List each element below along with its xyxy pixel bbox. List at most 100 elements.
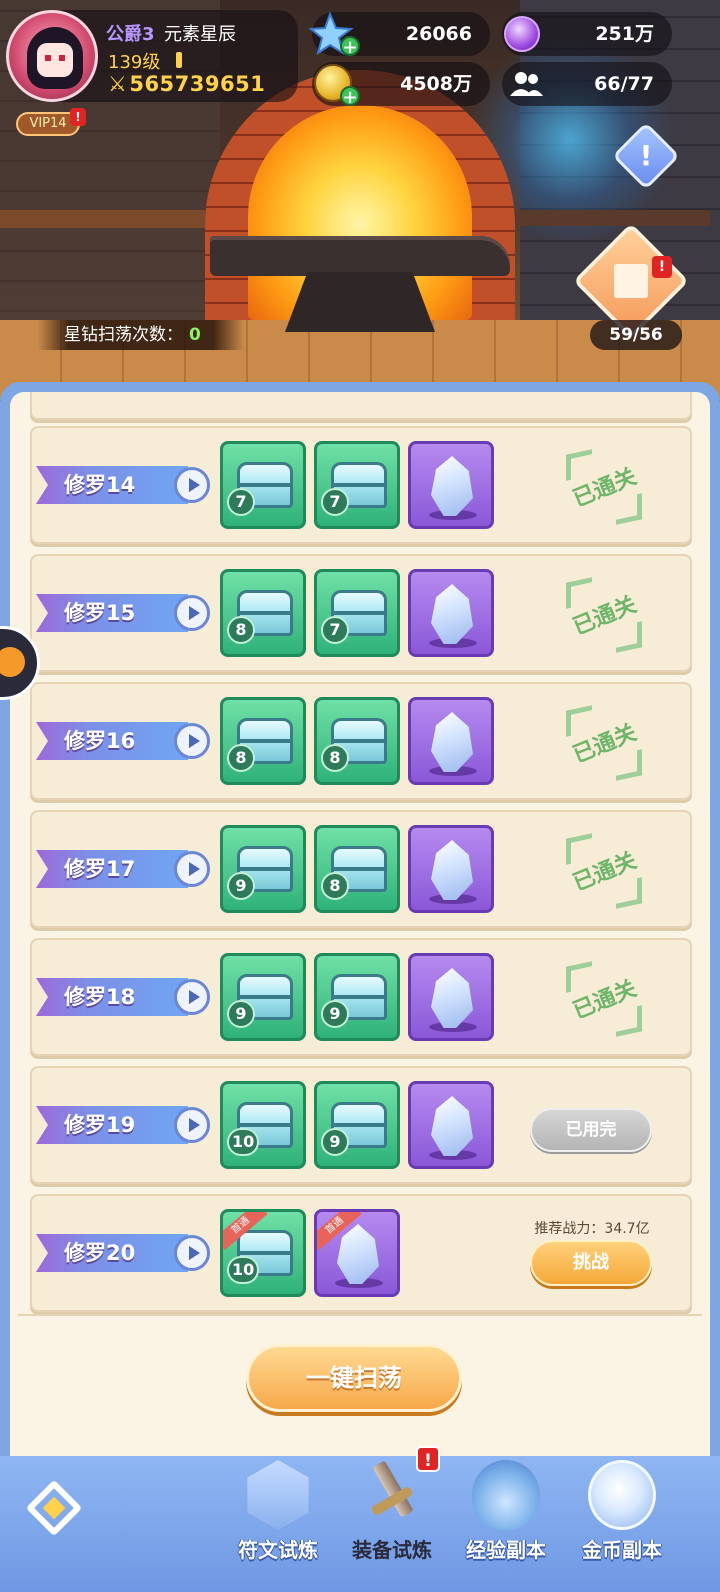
stage-name: 修罗20 xyxy=(64,1241,136,1265)
stage-label: 修罗15 xyxy=(36,594,188,632)
reward-crystal[interactable] xyxy=(408,569,494,657)
reward-chest[interactable]: 10 首通 xyxy=(220,1209,306,1297)
reward-quantity: 10 xyxy=(227,1128,260,1156)
reward-chest[interactable]: 9 xyxy=(314,1081,400,1169)
reward-crystal[interactable] xyxy=(408,441,494,529)
reward-quantity: 9 xyxy=(321,1000,349,1028)
stage-row: 修罗20 10 首通 首通 推荐战力：34.7亿 挑战 xyxy=(30,1194,692,1312)
purple-currency-counter[interactable]: 251万 xyxy=(502,12,672,56)
reward-chest[interactable]: 7 xyxy=(314,569,400,657)
nav-label: 符文试炼 xyxy=(238,1538,318,1562)
star-gem-counter[interactable]: + 26066 xyxy=(308,11,490,57)
nav-gold-dungeon[interactable]: 金币副本 xyxy=(566,1456,678,1592)
reward-chest[interactable]: 9 xyxy=(220,825,306,913)
reward-crystal[interactable] xyxy=(408,697,494,785)
reward-quantity: 10 xyxy=(227,1256,260,1284)
reward-chest[interactable]: 9 xyxy=(314,953,400,1041)
members-value: 66/77 xyxy=(594,73,654,95)
crystal-icon xyxy=(431,1096,473,1156)
stage-label: 修罗17 xyxy=(36,850,188,888)
stamp-corner xyxy=(616,877,642,909)
crystal-icon xyxy=(431,456,473,516)
nav-equipment-trial[interactable]: 装备试炼 xyxy=(336,1456,448,1592)
gift-count: 59/56 xyxy=(590,320,682,350)
stage-panel: 修罗14 7 7 已通关 修罗15 8 7 已通关 修罗16 8 8 已通关 修… xyxy=(0,382,720,1482)
reward-chest[interactable]: 8 xyxy=(220,697,306,785)
reward-crystal[interactable]: 首通 xyxy=(314,1209,400,1297)
reward-chest[interactable]: 8 xyxy=(314,697,400,785)
player-avatar[interactable] xyxy=(6,10,98,102)
stage-info-play-icon[interactable] xyxy=(174,1107,210,1143)
home-diamond-button[interactable] xyxy=(20,1474,90,1544)
star-diamond-sweep-counter: 星钻扫荡次数： 0 xyxy=(38,320,244,350)
reward-quantity: 7 xyxy=(321,616,349,644)
stage-label: 修罗16 xyxy=(36,722,188,760)
recommended-power: 推荐战力：34.7亿 xyxy=(534,1221,650,1237)
nav-label: 经验副本 xyxy=(466,1538,546,1562)
stage-info-play-icon[interactable] xyxy=(174,979,210,1015)
reward-chest[interactable]: 10 xyxy=(220,1081,306,1169)
stage-row: 修罗17 9 8 已通关 xyxy=(30,810,692,928)
anvil xyxy=(210,236,510,276)
stage-row: 修罗14 7 7 已通关 xyxy=(30,426,692,544)
reward-chest[interactable]: 8 xyxy=(220,569,306,657)
reward-chest[interactable]: 8 xyxy=(314,825,400,913)
stage-info-play-icon[interactable] xyxy=(174,723,210,759)
star-coin-icon xyxy=(588,1460,656,1530)
stage-name: 修罗19 xyxy=(64,1113,136,1137)
used-up-button[interactable]: 已用完 xyxy=(530,1108,652,1152)
stage-label: 修罗18 xyxy=(36,978,188,1016)
members-counter[interactable]: 66/77 xyxy=(502,62,672,106)
reward-crystal[interactable] xyxy=(408,953,494,1041)
reward-quantity: 7 xyxy=(321,488,349,516)
sword-icon xyxy=(358,1460,426,1530)
stage-label: 修罗14 xyxy=(36,466,188,504)
player-card[interactable]: 公爵3 元素星辰 139级 ⚔565739651 xyxy=(6,10,298,102)
reward-chest[interactable]: 7 xyxy=(220,441,306,529)
reward-chest[interactable]: 7 xyxy=(314,441,400,529)
people-icon xyxy=(510,72,543,96)
reward-quantity: 9 xyxy=(227,872,255,900)
player-level: 139级 xyxy=(108,52,161,73)
server-name: 元素星辰 xyxy=(164,24,236,45)
exclamation-icon: ! xyxy=(639,139,653,172)
crystal-icon xyxy=(431,584,473,644)
player-rank: 公爵3 xyxy=(106,24,155,45)
stamp-corner xyxy=(616,1005,642,1037)
crystal-icon xyxy=(431,968,473,1028)
gold-counter[interactable]: + 4508万 xyxy=(312,62,490,107)
workbench-left xyxy=(0,210,205,228)
stage-info-play-icon[interactable] xyxy=(174,467,210,503)
workbench-right xyxy=(510,210,710,226)
sweep-counter-label: 星钻扫荡次数： xyxy=(64,325,183,345)
star-gem-value: 26066 xyxy=(405,23,472,45)
stage-info-play-icon[interactable] xyxy=(174,595,210,631)
reward-chest[interactable]: 9 xyxy=(220,953,306,1041)
avatar-eye-left xyxy=(45,55,51,61)
stage-name: 修罗15 xyxy=(64,601,136,625)
add-star-gem-icon[interactable]: + xyxy=(340,36,360,57)
stage-label: 修罗20 xyxy=(36,1234,188,1272)
gift-box-icon xyxy=(614,264,648,298)
nav-rune-trial[interactable]: 符文试炼 xyxy=(222,1456,334,1592)
stage-info-play-icon[interactable] xyxy=(174,851,210,887)
rune-icon xyxy=(247,1460,309,1530)
reward-crystal[interactable] xyxy=(408,1081,494,1169)
purple-orb-icon xyxy=(504,16,540,52)
reward-quantity: 8 xyxy=(321,744,349,772)
stage-row: 修罗16 8 8 已通关 xyxy=(30,682,692,800)
reward-quantity: 9 xyxy=(227,1000,255,1028)
cleared-stamp: 已通关 xyxy=(560,702,648,784)
reward-crystal[interactable] xyxy=(408,825,494,913)
one-click-sweep-button[interactable]: 一键扫荡 xyxy=(246,1344,462,1412)
stage-info-play-icon[interactable] xyxy=(174,1235,210,1271)
challenge-button[interactable]: 挑战 xyxy=(530,1240,652,1286)
stage-name: 修罗17 xyxy=(64,857,136,881)
nav-exp-dungeon[interactable]: 经验副本 xyxy=(450,1456,562,1592)
stage-list[interactable]: 修罗14 7 7 已通关 修罗15 8 7 已通关 修罗16 8 8 已通关 修… xyxy=(10,392,710,1482)
reward-quantity: 7 xyxy=(227,488,255,516)
crystal-icon xyxy=(431,840,473,900)
cleared-stamp: 已通关 xyxy=(560,446,648,528)
stage-row: 修罗15 8 7 已通关 xyxy=(30,554,692,672)
add-gold-icon[interactable]: + xyxy=(340,86,360,107)
